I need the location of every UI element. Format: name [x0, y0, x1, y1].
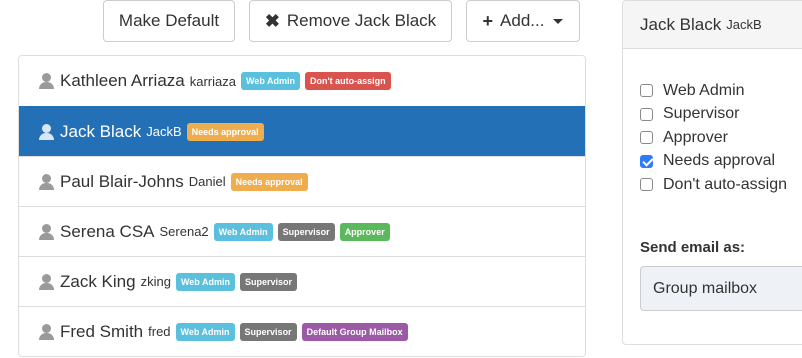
- user-name: Paul Blair-Johns: [60, 171, 184, 191]
- user-icon: [39, 173, 54, 190]
- user-login: fred: [148, 324, 171, 339]
- user-row[interactable]: Fred Smith fred Web Admin Supervisor Default…: [19, 306, 585, 356]
- role-checkbox[interactable]: [640, 131, 653, 145]
- role-label: Don't auto-assign: [663, 175, 788, 193]
- add-label: Add...: [500, 11, 545, 30]
- plus-icon: +: [482, 11, 494, 31]
- user-name: Zack King: [60, 271, 136, 291]
- role-checkbox-list: Web Admin Supervisor Approver Needs approva…: [640, 79, 787, 197]
- user-detail-panel: Jack Black JackB Web Admin Supervisor Appr…: [622, 0, 802, 345]
- role-badge: Default Group Mailbox: [301, 322, 408, 341]
- user-icon-head: [42, 223, 51, 233]
- user-icon-head: [42, 273, 51, 283]
- user-login: karriaza: [189, 73, 236, 89]
- user-icon-body: [39, 182, 54, 190]
- user-row[interactable]: Kathleen Arriaza karriaza Web Admin Don't a…: [19, 56, 585, 106]
- role-badge: Needs approval: [230, 172, 308, 191]
- role-badge: Web Admin: [213, 222, 273, 241]
- add-dropdown-button[interactable]: + Add...: [466, 0, 580, 42]
- user-icon-head: [42, 173, 51, 183]
- user-list: Kathleen Arriaza karriaza Web Admin Don't a…: [18, 55, 586, 357]
- caret-down-icon: [553, 18, 564, 24]
- role-badge: Approver: [339, 222, 390, 241]
- role-checkbox[interactable]: [640, 178, 653, 192]
- role-option[interactable]: Web Admin: [640, 79, 787, 103]
- role-badge: Needs approval: [186, 122, 264, 141]
- panel-login: JackB: [726, 17, 762, 32]
- user-icon: [39, 273, 54, 290]
- role-badge: Supervisor: [277, 222, 335, 241]
- panel-header: Jack Black JackB: [623, 1, 802, 49]
- role-checkbox[interactable]: [640, 107, 653, 121]
- close-icon: ✖: [264, 11, 280, 31]
- user-icon-body: [39, 82, 54, 89]
- send-email-select[interactable]: Group mailbox: [640, 266, 802, 311]
- user-row[interactable]: Jack Black JackB Needs approval: [19, 106, 585, 156]
- user-icon-head: [42, 73, 51, 82]
- role-label: Needs approval: [663, 152, 776, 170]
- user-row[interactable]: Paul Blair-Johns Daniel Needs approval: [19, 156, 585, 206]
- remove-user-button[interactable]: ✖ Remove Jack Black: [249, 0, 452, 42]
- send-email-value: Group mailbox: [653, 279, 758, 297]
- user-icon-body: [39, 232, 54, 240]
- role-label: Web Admin: [663, 81, 745, 99]
- user-row[interactable]: Zack King zking Web Admin Supervisor: [19, 256, 585, 306]
- make-default-button[interactable]: Make Default: [103, 0, 235, 42]
- role-badge: Supervisor: [239, 322, 297, 341]
- role-checkbox[interactable]: [640, 84, 653, 98]
- user-row[interactable]: Serena CSA Serena2 Web Admin Supervisor Appr…: [19, 206, 585, 256]
- make-default-label: Make Default: [118, 11, 220, 30]
- role-badge: Web Admin: [241, 72, 300, 90]
- user-name: Kathleen Arriaza: [60, 71, 185, 90]
- role-checkbox[interactable]: [640, 154, 653, 168]
- role-label: Approver: [663, 128, 728, 146]
- send-email-label: Send email as:: [640, 239, 746, 256]
- role-option[interactable]: Approver: [640, 126, 787, 150]
- user-login: JackB: [146, 124, 182, 139]
- user-name: Fred Smith: [60, 321, 144, 341]
- user-icon: [39, 73, 54, 89]
- role-badge: Supervisor: [239, 272, 297, 291]
- user-icon-head: [42, 323, 51, 333]
- user-icon: [39, 223, 54, 240]
- user-login: Daniel: [188, 174, 226, 189]
- user-name: Jack Black: [60, 121, 142, 141]
- user-login: Serena2: [159, 224, 209, 239]
- role-label: Supervisor: [663, 105, 740, 123]
- role-option[interactable]: Don't auto-assign: [640, 173, 787, 197]
- panel-title: Jack Black: [640, 14, 722, 34]
- toolbar: Make Default ✖ Remove Jack Black + Add..…: [103, 0, 580, 42]
- role-badge: Web Admin: [175, 272, 235, 291]
- user-name: Serena CSA: [60, 221, 155, 241]
- user-icon-body: [39, 332, 54, 340]
- role-badge: Web Admin: [175, 322, 235, 341]
- role-badge: Don't auto-assign: [305, 72, 391, 90]
- user-icon-body: [39, 282, 54, 290]
- user-icon-head: [42, 123, 51, 133]
- user-login: zking: [140, 274, 171, 289]
- role-option[interactable]: Needs approval: [640, 150, 787, 174]
- role-option[interactable]: Supervisor: [640, 103, 787, 127]
- remove-user-label: Remove Jack Black: [286, 11, 437, 30]
- user-icon-body: [39, 132, 54, 140]
- user-icon: [39, 123, 54, 140]
- user-icon: [39, 323, 54, 340]
